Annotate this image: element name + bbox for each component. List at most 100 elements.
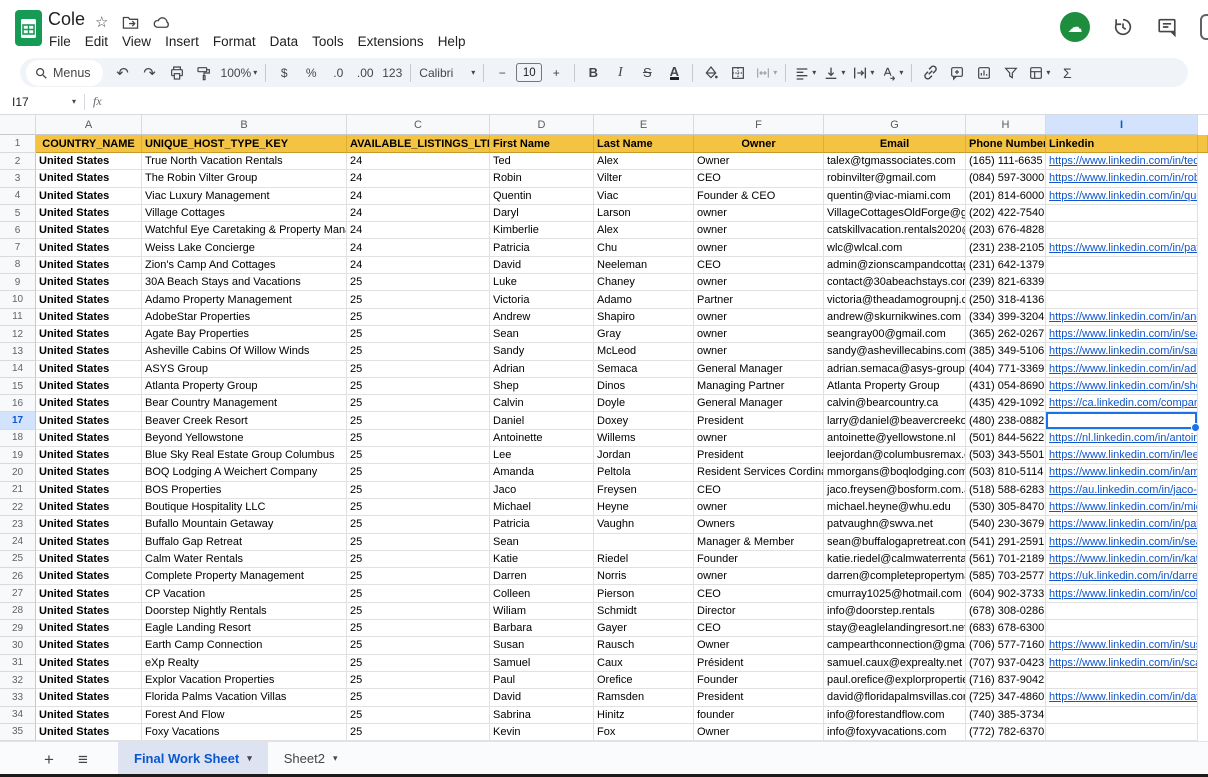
row-header-12[interactable]: 12 <box>0 326 36 343</box>
insert-chart-button[interactable] <box>971 61 997 85</box>
cell-D21[interactable]: Jaco <box>490 482 594 499</box>
cell-I10[interactable] <box>1046 291 1198 308</box>
cell-G22[interactable]: michael.heyne@whu.edu <box>824 499 966 516</box>
row-header-35[interactable]: 35 <box>0 724 36 741</box>
version-history-icon[interactable] <box>1112 16 1134 38</box>
cell-E26[interactable]: Norris <box>594 568 694 585</box>
font-select[interactable]: Calibri▾ <box>416 61 478 85</box>
cell-H27[interactable]: (604) 902-3733 <box>966 585 1046 602</box>
font-size-input[interactable]: 10 <box>516 63 542 82</box>
cell-B27[interactable]: CP Vacation <box>142 585 347 602</box>
cell-F13[interactable]: owner <box>694 343 824 360</box>
row-header-5[interactable]: 5 <box>0 205 36 222</box>
cell-H13[interactable]: (385) 349-5106 <box>966 343 1046 360</box>
text-wrap-button[interactable]: ▾ <box>849 61 877 85</box>
sheets-logo-icon[interactable] <box>15 10 42 46</box>
cell-D8[interactable]: David <box>490 257 594 274</box>
cell-F25[interactable]: Founder <box>694 551 824 568</box>
cell-H1[interactable]: Phone Number <box>966 135 1046 153</box>
cell-D26[interactable]: Darren <box>490 568 594 585</box>
cell-A34[interactable]: United States <box>36 707 142 724</box>
cell-C14[interactable]: 25 <box>347 361 490 378</box>
cell-F12[interactable]: owner <box>694 326 824 343</box>
cell-F21[interactable]: CEO <box>694 482 824 499</box>
cell-I29[interactable] <box>1046 620 1198 637</box>
cell-E13[interactable]: McLeod <box>594 343 694 360</box>
cell-E22[interactable]: Heyne <box>594 499 694 516</box>
cell-D2[interactable]: Ted <box>490 153 594 170</box>
cell-A22[interactable]: United States <box>36 499 142 516</box>
row-header-32[interactable]: 32 <box>0 672 36 689</box>
cell-C11[interactable]: 25 <box>347 309 490 326</box>
cell-E33[interactable]: Ramsden <box>594 689 694 706</box>
sync-status-icon[interactable]: ☁ <box>1060 12 1090 42</box>
row-header-31[interactable]: 31 <box>0 655 36 672</box>
cell-B35[interactable]: Foxy Vacations <box>142 724 347 741</box>
cell-H16[interactable]: (435) 429-1092 <box>966 395 1046 412</box>
cell-H6[interactable]: (203) 676-4828 <box>966 222 1046 239</box>
cell-D35[interactable]: Kevin <box>490 724 594 741</box>
cell-D33[interactable]: David <box>490 689 594 706</box>
cell-E17[interactable]: Doxey <box>594 412 694 429</box>
row-header-16[interactable]: 16 <box>0 395 36 412</box>
cell-D34[interactable]: Sabrina <box>490 707 594 724</box>
cell-C27[interactable]: 25 <box>347 585 490 602</box>
cell-H10[interactable]: (250) 318-4136 <box>966 291 1046 308</box>
cell-I4[interactable]: https://www.linkedin.com/in/que <box>1046 188 1198 205</box>
cell-B1[interactable]: UNIQUE_HOST_TYPE_KEY <box>142 135 347 153</box>
cell-A21[interactable]: United States <box>36 482 142 499</box>
cell-D9[interactable]: Luke <box>490 274 594 291</box>
cell-D17[interactable]: Daniel <box>490 412 594 429</box>
row-header-17[interactable]: 17 <box>0 412 36 429</box>
cell-A7[interactable]: United States <box>36 239 142 256</box>
cell-E18[interactable]: Willems <box>594 430 694 447</box>
cell-H25[interactable]: (561) 701-2189 <box>966 551 1046 568</box>
cell-F11[interactable]: owner <box>694 309 824 326</box>
cell-A23[interactable]: United States <box>36 516 142 533</box>
cell-H3[interactable]: (084) 597-3000 <box>966 170 1046 187</box>
cell-B11[interactable]: AdobeStar Properties <box>142 309 347 326</box>
zoom-select[interactable]: 100%▾ <box>218 61 261 85</box>
menu-extensions[interactable]: Extensions <box>351 31 431 52</box>
cell-G4[interactable]: quentin@viac-miami.com <box>824 188 966 205</box>
cell-B19[interactable]: Blue Sky Real Estate Group Columbus <box>142 447 347 464</box>
cell-F26[interactable]: owner <box>694 568 824 585</box>
cell-I18[interactable]: https://nl.linkedin.com/in/antoin <box>1046 430 1198 447</box>
cell-A31[interactable]: United States <box>36 655 142 672</box>
cell-A29[interactable]: United States <box>36 620 142 637</box>
cell-H33[interactable]: (725) 347-4860 <box>966 689 1046 706</box>
cell-A27[interactable]: United States <box>36 585 142 602</box>
cell-A19[interactable]: United States <box>36 447 142 464</box>
cell-B16[interactable]: Bear Country Management <box>142 395 347 412</box>
cell-C20[interactable]: 25 <box>347 464 490 481</box>
cell-B12[interactable]: Agate Bay Properties <box>142 326 347 343</box>
strikethrough-button[interactable]: S <box>634 61 660 85</box>
cell-I6[interactable] <box>1046 222 1198 239</box>
cell-C26[interactable]: 25 <box>347 568 490 585</box>
row-header-34[interactable]: 34 <box>0 707 36 724</box>
vertical-align-button[interactable]: ▾ <box>820 61 848 85</box>
cell-C21[interactable]: 25 <box>347 482 490 499</box>
row-header-29[interactable]: 29 <box>0 620 36 637</box>
cell-B34[interactable]: Forest And Flow <box>142 707 347 724</box>
cell-D13[interactable]: Sandy <box>490 343 594 360</box>
cell-F15[interactable]: Managing Partner <box>694 378 824 395</box>
cell-H35[interactable]: (772) 782-6370 <box>966 724 1046 741</box>
row-header-7[interactable]: 7 <box>0 239 36 256</box>
cell-D18[interactable]: Antoinette <box>490 430 594 447</box>
cell-D20[interactable]: Amanda <box>490 464 594 481</box>
cell-I5[interactable] <box>1046 205 1198 222</box>
cell-I35[interactable] <box>1046 724 1198 741</box>
cell-A3[interactable]: United States <box>36 170 142 187</box>
cell-F27[interactable]: CEO <box>694 585 824 602</box>
bold-button[interactable]: B <box>580 61 606 85</box>
row-header-27[interactable]: 27 <box>0 585 36 602</box>
sheet-tab-final-work-sheet[interactable]: Final Work Sheet▾ <box>118 742 268 774</box>
cell-E20[interactable]: Peltola <box>594 464 694 481</box>
cell-D25[interactable]: Katie <box>490 551 594 568</box>
decrease-font-size-button[interactable]: − <box>489 61 515 85</box>
cell-F10[interactable]: Partner <box>694 291 824 308</box>
cell-G13[interactable]: sandy@ashevillecabins.com <box>824 343 966 360</box>
cell-B4[interactable]: Viac Luxury Management <box>142 188 347 205</box>
cell-G21[interactable]: jaco.freysen@bosform.com.au <box>824 482 966 499</box>
